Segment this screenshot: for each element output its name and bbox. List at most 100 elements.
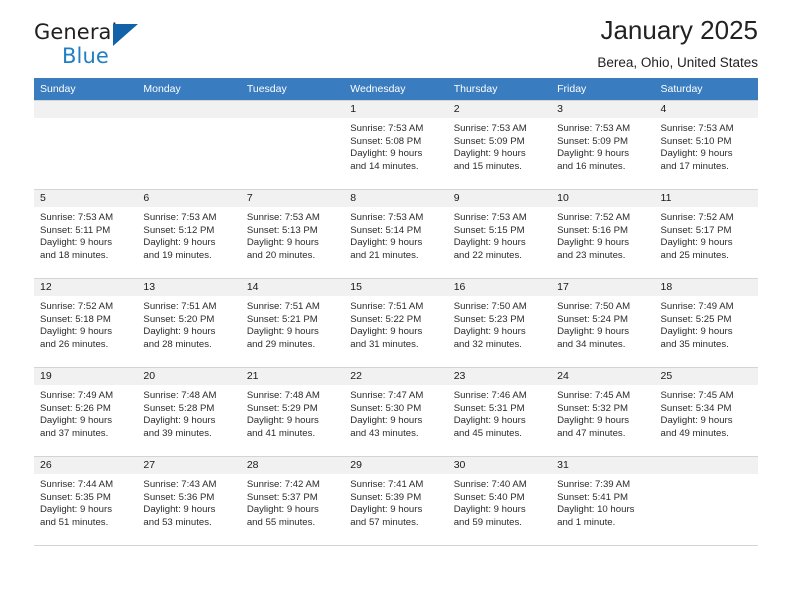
day-cell[interactable]: 8 Sunrise: 7:53 AM Sunset: 5:14 PM Daylight… (344, 189, 448, 279)
day-cell-content: 6 Sunrise: 7:53 AM Sunset: 5:12 PM Daylight… (137, 190, 241, 278)
day-cell[interactable]: 19 Sunrise: 7:49 AM Sunset: 5:26 PM Dayligh… (34, 367, 138, 457)
day-cell[interactable]: 5 Sunrise: 7:53 AM Sunset: 5:11 PM Daylight… (34, 189, 138, 279)
sunset-time: Sunset: 5:37 PM (246, 491, 318, 503)
daylight-line-2: and 39 minutes. (143, 427, 212, 439)
sunrise-time: Sunrise: 7:51 AM (246, 301, 320, 312)
day-details: Sunrise: 7:49 AM Sunset: 5:26 PM Daylight:… (34, 385, 137, 440)
day-cell[interactable]: 1 Sunrise: 7:53 AM Sunset: 5:08 PM Daylight… (344, 100, 448, 190)
calendar-week-row: 1 Sunrise: 7:53 AM Sunset: 5:08 PM Daylight… (34, 100, 758, 190)
day-cell-content: 2 Sunrise: 7:53 AM Sunset: 5:09 PM Daylight… (447, 101, 552, 189)
day-number: 1 (344, 101, 448, 118)
day-details: Sunrise: 7:40 AM Sunset: 5:40 PM Daylight:… (448, 474, 551, 529)
day-cell[interactable]: 6 Sunrise: 7:53 AM Sunset: 5:12 PM Daylight… (137, 189, 241, 279)
sunset-time: Sunset: 5:13 PM (246, 224, 318, 236)
sunrise-time: Sunrise: 7:42 AM (246, 479, 320, 490)
day-details: Sunrise: 7:44 AM Sunset: 5:35 PM Daylight:… (34, 474, 137, 529)
day-cell[interactable]: 27 Sunrise: 7:43 AM Sunset: 5:36 PM Dayligh… (137, 456, 241, 546)
calendar-week-row: 5 Sunrise: 7:53 AM Sunset: 5:11 PM Daylight… (34, 189, 758, 279)
sunset-time: Sunset: 5:16 PM (557, 224, 629, 236)
daylight-line-2: and 20 minutes. (246, 249, 316, 261)
day-cell-content: 22 Sunrise: 7:47 AM Sunset: 5:30 PM Dayligh… (344, 368, 448, 456)
daylight-line-1: Daylight: 10 hours (557, 504, 635, 516)
day-cell[interactable]: 24 Sunrise: 7:45 AM Sunset: 5:32 PM Dayligh… (551, 367, 655, 457)
daylight-line-1: Daylight: 9 hours (40, 326, 112, 338)
day-cell[interactable]: 18 Sunrise: 7:49 AM Sunset: 5:25 PM Dayligh… (654, 278, 758, 368)
day-cell-content: 14 Sunrise: 7:51 AM Sunset: 5:21 PM Dayligh… (240, 279, 345, 367)
day-cell-content (34, 101, 138, 189)
day-cell[interactable]: 31 Sunrise: 7:39 AM Sunset: 5:41 PM Dayligh… (551, 456, 655, 546)
day-number: 5 (34, 190, 138, 207)
calendar-page: General Blue January 2025 Berea, Ohio, U… (0, 0, 792, 612)
sunset-time: Sunset: 5:15 PM (453, 224, 525, 236)
day-cell[interactable]: 12 Sunrise: 7:52 AM Sunset: 5:18 PM Dayligh… (34, 278, 138, 368)
sunset-time: Sunset: 5:14 PM (350, 224, 422, 236)
day-cell[interactable]: 22 Sunrise: 7:47 AM Sunset: 5:30 PM Dayligh… (344, 367, 448, 457)
day-cell-empty (137, 100, 241, 190)
day-cell-content (137, 101, 241, 189)
sunrise-time: Sunrise: 7:53 AM (453, 123, 527, 134)
day-cell[interactable]: 20 Sunrise: 7:48 AM Sunset: 5:28 PM Dayligh… (137, 367, 241, 457)
sunrise-time: Sunrise: 7:39 AM (557, 479, 631, 490)
day-cell-content: 31 Sunrise: 7:39 AM Sunset: 5:41 PM Dayligh… (551, 457, 655, 545)
daylight-line-1: Daylight: 9 hours (246, 415, 319, 427)
sunset-time: Sunset: 5:39 PM (350, 491, 422, 503)
day-cell[interactable]: 4 Sunrise: 7:53 AM Sunset: 5:10 PM Daylight… (654, 100, 758, 190)
day-cell[interactable]: 11 Sunrise: 7:52 AM Sunset: 5:17 PM Dayligh… (654, 189, 758, 279)
sunset-time: Sunset: 5:26 PM (40, 402, 111, 414)
day-cell[interactable]: 21 Sunrise: 7:48 AM Sunset: 5:29 PM Dayligh… (240, 367, 345, 457)
day-cell[interactable]: 26 Sunrise: 7:44 AM Sunset: 5:35 PM Dayligh… (34, 456, 138, 546)
day-details: Sunrise: 7:53 AM Sunset: 5:10 PM Daylight:… (655, 118, 758, 173)
day-cell[interactable]: 23 Sunrise: 7:46 AM Sunset: 5:31 PM Dayligh… (447, 367, 552, 457)
weekday-header-wednesday: Wednesday (344, 78, 448, 101)
day-cell-empty (34, 100, 138, 190)
day-cell[interactable]: 13 Sunrise: 7:51 AM Sunset: 5:20 PM Dayligh… (137, 278, 241, 368)
day-cell[interactable]: 3 Sunrise: 7:53 AM Sunset: 5:09 PM Daylight… (551, 100, 655, 190)
day-number (34, 101, 138, 118)
daylight-line-1: Daylight: 9 hours (143, 415, 216, 427)
day-cell[interactable]: 28 Sunrise: 7:42 AM Sunset: 5:37 PM Dayligh… (240, 456, 345, 546)
sunset-time: Sunset: 5:34 PM (660, 402, 732, 414)
day-cell[interactable]: 30 Sunrise: 7:40 AM Sunset: 5:40 PM Dayligh… (447, 456, 552, 546)
weekday-header-thursday: Thursday (447, 78, 552, 101)
day-cell[interactable]: 2 Sunrise: 7:53 AM Sunset: 5:09 PM Daylight… (447, 100, 552, 190)
day-cell[interactable]: 16 Sunrise: 7:50 AM Sunset: 5:23 PM Dayligh… (447, 278, 552, 368)
weekday-header-sunday: Sunday (34, 78, 138, 101)
day-cell[interactable]: 9 Sunrise: 7:53 AM Sunset: 5:15 PM Daylight… (447, 189, 552, 279)
daylight-line-2: and 18 minutes. (40, 249, 109, 261)
sunrise-time: Sunrise: 7:53 AM (453, 212, 527, 223)
day-cell-content: 13 Sunrise: 7:51 AM Sunset: 5:20 PM Dayligh… (137, 279, 241, 367)
day-cell[interactable]: 17 Sunrise: 7:50 AM Sunset: 5:24 PM Dayligh… (551, 278, 655, 368)
sunrise-time: Sunrise: 7:53 AM (143, 212, 217, 223)
day-details: Sunrise: 7:41 AM Sunset: 5:39 PM Daylight:… (344, 474, 447, 529)
daylight-line-1: Daylight: 9 hours (350, 504, 423, 516)
day-cell[interactable]: 15 Sunrise: 7:51 AM Sunset: 5:22 PM Dayligh… (344, 278, 448, 368)
day-cell[interactable]: 7 Sunrise: 7:53 AM Sunset: 5:13 PM Daylight… (240, 189, 345, 279)
day-cell-content: 1 Sunrise: 7:53 AM Sunset: 5:08 PM Daylight… (344, 101, 448, 189)
day-details: Sunrise: 7:53 AM Sunset: 5:09 PM Daylight:… (448, 118, 551, 173)
day-cell-content: 9 Sunrise: 7:53 AM Sunset: 5:15 PM Daylight… (447, 190, 552, 278)
sunrise-time: Sunrise: 7:52 AM (40, 301, 114, 312)
day-cell[interactable]: 29 Sunrise: 7:41 AM Sunset: 5:39 PM Dayligh… (344, 456, 448, 546)
day-number: 26 (34, 457, 138, 474)
calendar-week-row: 12 Sunrise: 7:52 AM Sunset: 5:18 PM Dayligh… (34, 278, 758, 368)
daylight-line-1: Daylight: 9 hours (350, 237, 423, 249)
day-number: 21 (240, 368, 345, 385)
sunset-time: Sunset: 5:25 PM (660, 313, 732, 325)
daylight-line-2: and 1 minute. (557, 516, 616, 528)
day-cell[interactable]: 10 Sunrise: 7:52 AM Sunset: 5:16 PM Dayligh… (551, 189, 655, 279)
sunset-time: Sunset: 5:09 PM (453, 135, 525, 147)
sunrise-time: Sunrise: 7:49 AM (40, 390, 114, 401)
sunset-time: Sunset: 5:20 PM (143, 313, 215, 325)
day-cell[interactable]: 14 Sunrise: 7:51 AM Sunset: 5:21 PM Dayligh… (240, 278, 345, 368)
sunset-time: Sunset: 5:09 PM (557, 135, 629, 147)
day-cell-content (654, 457, 758, 545)
daylight-line-2: and 53 minutes. (143, 516, 212, 528)
daylight-line-2: and 47 minutes. (557, 427, 626, 439)
day-number: 31 (551, 457, 655, 474)
day-cell[interactable]: 25 Sunrise: 7:45 AM Sunset: 5:34 PM Dayligh… (654, 367, 758, 457)
daylight-line-1: Daylight: 9 hours (660, 148, 733, 160)
daylight-line-2: and 14 minutes. (350, 160, 419, 172)
general-blue-logo[interactable]: General Blue (34, 22, 234, 74)
sunrise-time: Sunrise: 7:53 AM (40, 212, 114, 223)
day-cell-content: 8 Sunrise: 7:53 AM Sunset: 5:14 PM Daylight… (344, 190, 448, 278)
